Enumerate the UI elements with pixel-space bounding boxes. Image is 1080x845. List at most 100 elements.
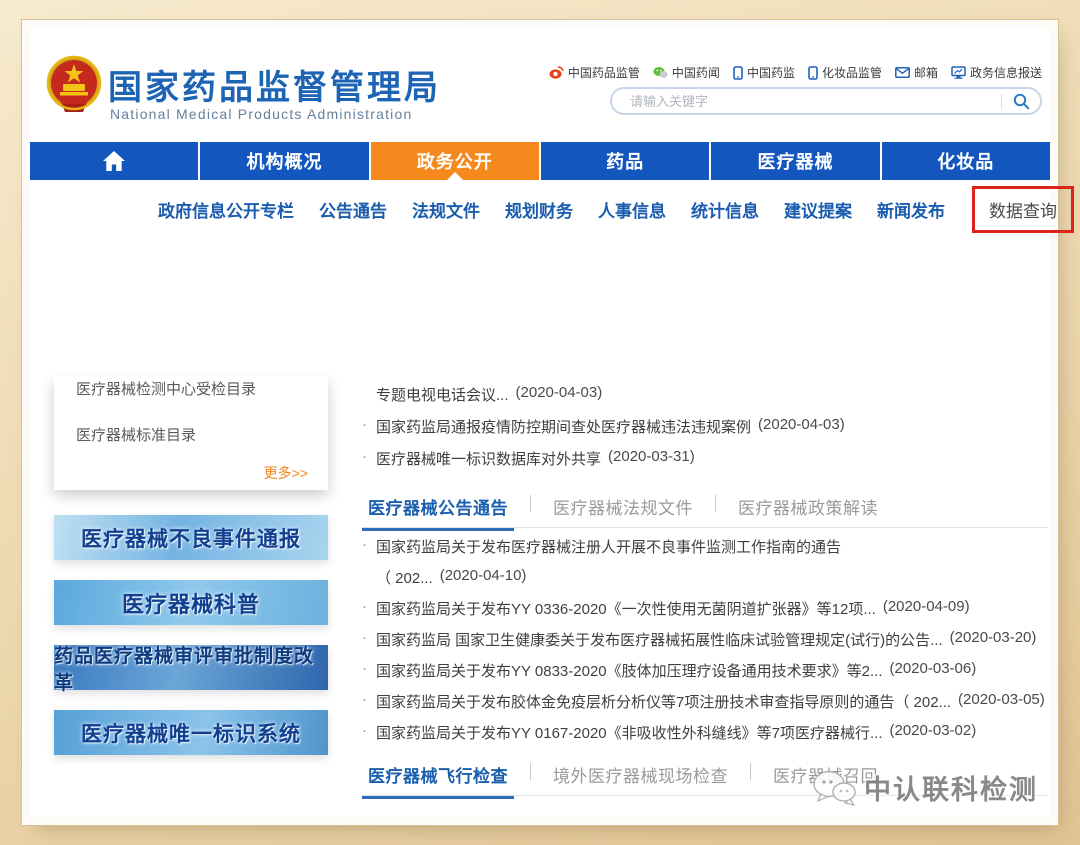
- nav-item-jigou[interactable]: 机构概况: [200, 142, 371, 180]
- news-title: 专题电视电话会议...: [376, 387, 509, 404]
- quick-link-label: 化妆品监管: [821, 66, 882, 80]
- news-date: (2020-03-20): [949, 629, 1037, 646]
- nav-item-home[interactable]: [30, 142, 201, 180]
- news-date: (2020-04-09): [882, 598, 970, 615]
- bullet: ·: [362, 536, 367, 553]
- quick-link-weibo[interactable]: 中国药品监管: [549, 64, 640, 81]
- quick-link-wechat[interactable]: 中国药闻: [653, 64, 720, 81]
- bullet: ·: [362, 448, 367, 465]
- nav-item-zhengwu[interactable]: 政务公开: [370, 142, 541, 180]
- bullet: ·: [362, 722, 367, 739]
- watermark-text: 中认联科检测: [864, 775, 1038, 805]
- chat-bubbles-icon: [812, 769, 858, 807]
- wechat-icon: [653, 66, 668, 79]
- bullet: ·: [362, 629, 367, 646]
- list-item[interactable]: · 国家药监局关于发布YY 0167-2020《非吸收性外科缝线》等7项医疗器械…: [362, 722, 1048, 753]
- quick-link-label: 中国药闻: [671, 66, 720, 80]
- quick-link-mail[interactable]: 邮箱: [895, 64, 938, 81]
- national-emblem-logo: [46, 55, 102, 112]
- sub-nav: 政府信息公开专栏 公告通告 法规文件 规划财务 人事信息 统计信息 建议提案 新…: [158, 185, 1074, 233]
- list-item[interactable]: 专题电视电话会议... (2020-04-03): [362, 384, 1048, 416]
- news-title: 国家药监局关于发布YY 0336-2020《一次性使用无菌阴道扩张器》等12项.…: [376, 601, 876, 618]
- weibo-icon: [549, 66, 564, 79]
- news-title: 国家药监局通报疫情防控期间查处医疗器械违法违规案例: [376, 419, 752, 436]
- nav-label: 政务公开: [416, 152, 493, 172]
- list-item[interactable]: · 医疗器械唯一标识数据库对外共享 (2020-03-31): [362, 448, 1048, 480]
- announcement-news-list: · 国家药监局关于发布医疗器械注册人开展不良事件监测工作指南的通告 （ 202.…: [362, 536, 1048, 753]
- list-item[interactable]: · 国家药监局关于发布医疗器械注册人开展不良事件监测工作指南的通告: [362, 536, 1048, 567]
- news-title: （ 202...: [376, 570, 433, 587]
- banner-device-science[interactable]: 医疗器械科普: [54, 580, 328, 625]
- news-title: 国家药监局关于发布医疗器械注册人开展不良事件监测工作指南的通告: [376, 539, 842, 556]
- banner-review-reform[interactable]: 药品医疗器械审评审批制度改革: [54, 645, 328, 694]
- quick-link-label: 邮箱: [913, 66, 938, 80]
- mobile-icon: [808, 65, 818, 80]
- news-date: (2020-03-05): [958, 691, 1045, 708]
- tabs-announcements: 医疗器械公告通告 医疗器械法规文件 医疗器械政策解读: [362, 492, 1048, 531]
- search-input[interactable]: [612, 93, 1001, 109]
- subnav-item-data-query[interactable]: 数据查询: [989, 202, 1057, 221]
- site-subtitle: National Medical Products Administration: [110, 106, 413, 122]
- header-quick-links: 中国药品监管 中国药闻 中国药监 化妆品监管 邮箱 政务信息报送: [549, 64, 1042, 81]
- tab-device-regulations[interactable]: 医疗器械法规文件: [547, 492, 699, 528]
- bullet: ·: [362, 598, 367, 615]
- news-title: 国家药监局关于发布YY 0833-2020《肢体加压理疗设备通用技术要求》等2.…: [376, 663, 883, 680]
- subnav-item-fagui[interactable]: 法规文件: [412, 197, 480, 222]
- nav-label: 机构概况: [246, 152, 323, 172]
- watermark: 中认联科检测: [812, 768, 1038, 807]
- sidebar-catalog-panel: 医疗器械检测中心受检目录 医疗器械标准目录 更多>>: [54, 376, 328, 490]
- subnav-item-jianyi[interactable]: 建议提案: [784, 197, 852, 222]
- list-item-wrap[interactable]: （ 202... (2020-04-10): [362, 567, 1048, 598]
- more-link[interactable]: 更多>>: [76, 463, 308, 483]
- sidebar-item-standards-catalog[interactable]: 医疗器械标准目录: [76, 424, 308, 445]
- quick-link-info-report[interactable]: 政务信息报送: [951, 64, 1042, 81]
- list-item[interactable]: · 国家药监局 国家卫生健康委关于发布医疗器械拓展性临床试验管理规定(试行)的公…: [362, 629, 1048, 660]
- news-title: 国家药监局关于发布YY 0167-2020《非吸收性外科缝线》等7项医疗器械行.…: [376, 725, 883, 742]
- subnav-item-renshi[interactable]: 人事信息: [598, 197, 666, 222]
- banner-udi-system[interactable]: 医疗器械唯一标识系统: [54, 710, 328, 755]
- nav-label: 化妆品: [937, 152, 995, 172]
- list-item[interactable]: · 国家药监局通报疫情防控期间查处医疗器械违法违规案例 (2020-04-03): [362, 416, 1048, 448]
- subnav-item-guihua[interactable]: 规划财务: [505, 197, 573, 222]
- subnav-item-xinwen[interactable]: 新闻发布: [877, 197, 945, 222]
- nav-item-qixie[interactable]: 医疗器械: [711, 142, 882, 180]
- list-item[interactable]: · 国家药监局关于发布YY 0336-2020《一次性使用无菌阴道扩张器》等12…: [362, 598, 1048, 629]
- subnav-item-gov-info[interactable]: 政府信息公开专栏: [158, 197, 294, 222]
- list-item[interactable]: · 国家药监局关于发布YY 0833-2020《肢体加压理疗设备通用技术要求》等…: [362, 660, 1048, 691]
- news-date: (2020-03-02): [889, 722, 977, 739]
- monitor-icon: [951, 66, 966, 79]
- home-icon: [102, 150, 126, 172]
- news-date: (2020-04-03): [515, 384, 603, 401]
- nav-item-yaopin[interactable]: 药品: [540, 142, 712, 180]
- tab-separator: [715, 495, 716, 512]
- tab-device-policy[interactable]: 医疗器械政策解读: [732, 492, 884, 528]
- mobile-icon: [733, 65, 743, 80]
- subnav-item-gonggao[interactable]: 公告通告: [319, 197, 387, 222]
- search-bar: [610, 87, 1042, 115]
- mail-icon: [895, 67, 910, 78]
- quick-link-yaojian-app[interactable]: 中国药监: [733, 64, 795, 81]
- news-date: (2020-04-03): [758, 416, 845, 433]
- bullet: ·: [362, 416, 367, 433]
- list-item[interactable]: · 国家药监局关于发布胶体金免疫层析分析仪等7项注册技术审查指导原则的通告（ 2…: [362, 691, 1048, 722]
- top-news-list: 专题电视电话会议... (2020-04-03) · 国家药监局通报疫情防控期间…: [362, 384, 1048, 480]
- main-nav: 机构概况 政务公开 药品 医疗器械 化妆品: [30, 142, 1050, 180]
- news-title: 国家药监局关于发布胶体金免疫层析分析仪等7项注册技术审查指导原则的通告（ 202…: [376, 694, 952, 711]
- news-date: (2020-03-06): [889, 660, 977, 677]
- bullet: ·: [362, 691, 367, 708]
- news-title: 国家药监局 国家卫生健康委关于发布医疗器械拓展性临床试验管理规定(试行)的公告.…: [376, 632, 943, 649]
- quick-link-cosmetics-app[interactable]: 化妆品监管: [808, 64, 882, 81]
- nav-item-huazhuangpin[interactable]: 化妆品: [881, 142, 1050, 180]
- bullet: ·: [362, 660, 367, 677]
- banner-adverse-event-report[interactable]: 医疗器械不良事件通报: [54, 515, 328, 560]
- annotation-box-data-query: 数据查询: [972, 185, 1074, 233]
- news-title: 医疗器械唯一标识数据库对外共享: [376, 451, 602, 468]
- tab-separator: [530, 763, 531, 780]
- subnav-item-tongji[interactable]: 统计信息: [691, 197, 759, 222]
- tab-overseas-inspection[interactable]: 境外医疗器械现场检查: [547, 760, 734, 796]
- tab-flight-inspection[interactable]: 医疗器械飞行检查: [362, 760, 514, 799]
- search-button[interactable]: [1002, 93, 1040, 110]
- search-icon: [1013, 93, 1030, 110]
- tab-device-announcements[interactable]: 医疗器械公告通告: [362, 492, 514, 531]
- sidebar-item-testing-center-catalog[interactable]: 医疗器械检测中心受检目录: [76, 378, 308, 400]
